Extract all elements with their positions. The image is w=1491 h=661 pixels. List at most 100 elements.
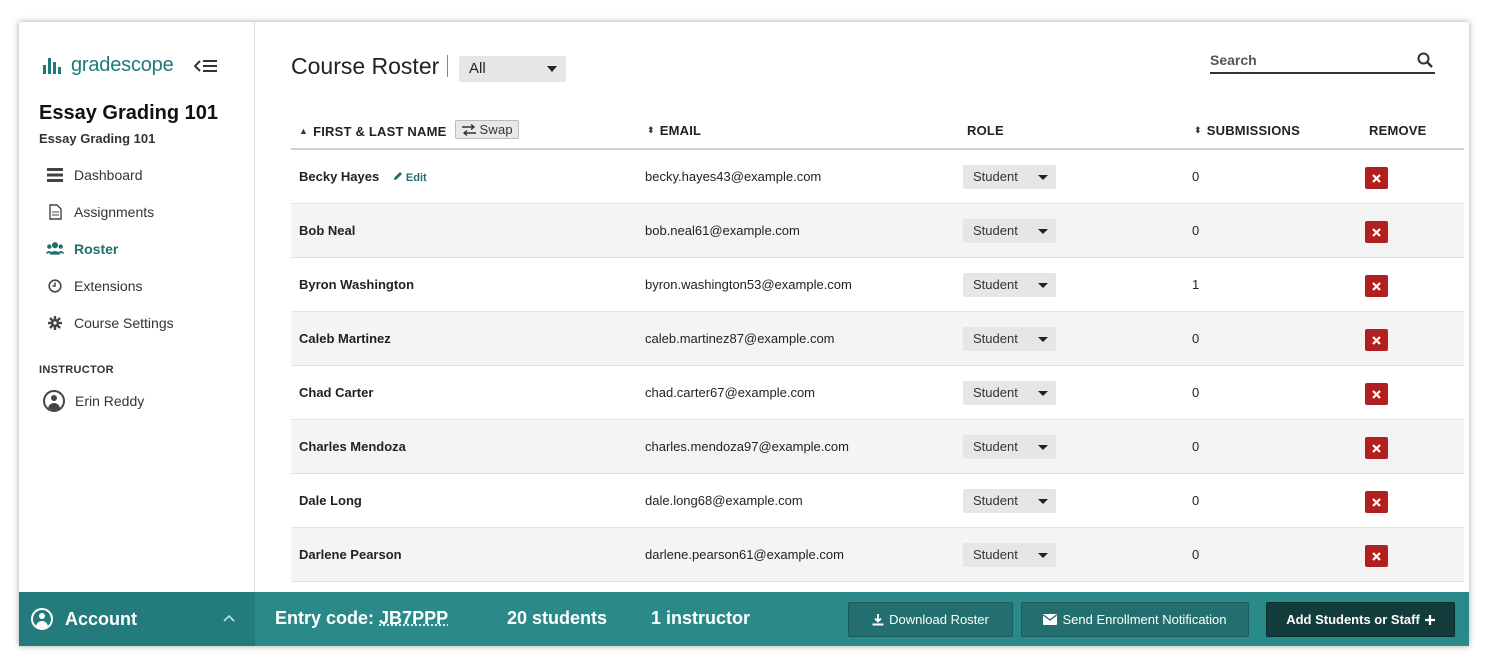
name-column-header[interactable]: ▲ FIRST & LAST NAME Swap: [299, 120, 519, 139]
roster-table: ▲ FIRST & LAST NAME Swap ⬍ EMAIL ROLE ⬍: [291, 112, 1464, 582]
sidebar-item-extensions[interactable]: Extensions: [19, 267, 255, 304]
table-row: Becky Hayes Edit becky.hayes43@example.c…: [291, 150, 1464, 204]
page-title: Course Roster: [291, 53, 440, 79]
remove-student-button[interactable]: [1365, 545, 1388, 567]
submission-count: 1: [1192, 277, 1200, 292]
add-students-or-staff-button[interactable]: Add Students or Staff: [1266, 602, 1455, 637]
submission-count: 0: [1192, 439, 1200, 454]
remove-student-button[interactable]: [1365, 275, 1388, 297]
sort-up-icon: ▲: [299, 126, 309, 136]
student-email: bob.neal61@example.com: [645, 223, 800, 238]
role-select[interactable]: Student: [963, 273, 1056, 297]
student-email: charles.mendoza97@example.com: [645, 439, 849, 454]
sidebar-item-dashboard[interactable]: Dashboard: [19, 156, 255, 193]
table-row: Dale Long dale.long68@example.com Studen…: [291, 474, 1464, 528]
account-label: Account: [65, 608, 137, 629]
student-name: Caleb Martinez: [299, 331, 391, 346]
sidebar-item-roster[interactable]: Roster: [19, 230, 255, 267]
submission-count: 0: [1192, 493, 1200, 508]
student-name: Becky Hayes: [299, 169, 380, 184]
role-select[interactable]: Student: [963, 489, 1056, 513]
remove-student-button[interactable]: [1365, 329, 1388, 351]
sidebar-item-assignments[interactable]: Assignments: [19, 193, 255, 230]
role-select[interactable]: Student: [963, 435, 1056, 459]
pencil-icon: [393, 172, 402, 180]
entry-code[interactable]: JB7PPP: [379, 608, 448, 628]
sidebar-item-course-settings[interactable]: Course Settings: [19, 304, 255, 341]
remove-column-header: REMOVE: [1369, 123, 1427, 138]
role-filter-select[interactable]: All: [459, 56, 566, 82]
email-column-header[interactable]: ⬍ EMAIL: [647, 123, 701, 138]
role-select[interactable]: Student: [963, 327, 1056, 351]
submission-count: 0: [1192, 223, 1200, 238]
chevron-up-icon: [223, 610, 235, 625]
student-name: Dale Long: [299, 493, 362, 508]
dashboard-icon: [46, 166, 64, 184]
swap-icon: [461, 123, 476, 136]
student-name: Byron Washington: [299, 277, 415, 292]
instructor-name: Erin Reddy: [75, 393, 145, 409]
role-select[interactable]: Student: [963, 381, 1056, 405]
chevron-down-icon: [1038, 499, 1048, 504]
table-body: Becky Hayes Edit becky.hayes43@example.c…: [291, 150, 1464, 582]
bottom-bar: Account Entry code: JB7PPP 20 students 1…: [19, 592, 1469, 646]
table-row: Bob Neal bob.neal61@example.com Student …: [291, 204, 1464, 258]
student-name: Bob Neal: [299, 223, 356, 238]
student-name: Chad Carter: [299, 385, 374, 400]
account-menu-button[interactable]: Account: [19, 592, 255, 646]
student-name: Darlene Pearson: [299, 547, 402, 562]
brand-logo[interactable]: gradescope: [43, 54, 174, 77]
chevron-down-icon: [1038, 445, 1048, 450]
instructor-section-label: INSTRUCTOR: [39, 364, 114, 376]
gear-icon: [46, 314, 64, 332]
chevron-down-icon: [1038, 553, 1048, 558]
collapse-sidebar-icon[interactable]: [193, 58, 218, 79]
table-row: Darlene Pearson darlene.pearson61@exampl…: [291, 528, 1464, 582]
remove-student-button[interactable]: [1365, 491, 1388, 513]
remove-student-button[interactable]: [1365, 167, 1388, 189]
student-email: dale.long68@example.com: [645, 493, 803, 508]
search-icon[interactable]: [1417, 52, 1433, 73]
brand-name: gradescope: [71, 54, 174, 76]
instructor-count: 1 instructor: [651, 608, 751, 628]
table-row: Caleb Martinez caleb.martinez87@example.…: [291, 312, 1464, 366]
main-content: Course Roster All ▲ FIRST & LAST NAME Sw…: [255, 22, 1469, 592]
student-email: caleb.martinez87@example.com: [645, 331, 835, 346]
document-icon: [46, 203, 64, 221]
download-icon: [872, 613, 884, 625]
send-enrollment-notification-button[interactable]: Send Enrollment Notification: [1021, 602, 1249, 637]
sidebar-item-label: Dashboard: [74, 166, 143, 183]
avatar-icon: [43, 390, 65, 412]
chevron-down-icon: [1038, 175, 1048, 180]
instructor-entry[interactable]: Erin Reddy: [43, 390, 144, 412]
swap-name-button[interactable]: Swap: [454, 120, 519, 139]
submissions-column-header[interactable]: ⬍ SUBMISSIONS: [1194, 123, 1300, 138]
remove-student-button[interactable]: [1365, 437, 1388, 459]
remove-student-button[interactable]: [1365, 221, 1388, 243]
download-roster-button[interactable]: Download Roster: [848, 602, 1013, 637]
search-input[interactable]: [1210, 50, 1400, 68]
user-circle-icon: [31, 608, 53, 630]
edit-name-link[interactable]: Edit: [393, 172, 427, 184]
sidebar: gradescope Essay Grading 101 Essay Gradi…: [19, 22, 255, 592]
close-icon: [1372, 227, 1381, 237]
close-icon: [1372, 497, 1381, 507]
close-icon: [1372, 389, 1381, 399]
envelope-icon: [1043, 614, 1058, 625]
role-select[interactable]: Student: [963, 219, 1056, 243]
remove-student-button[interactable]: [1365, 383, 1388, 405]
sidebar-item-label: Extensions: [74, 277, 143, 294]
close-icon: [1372, 335, 1381, 345]
role-column-header: ROLE: [967, 123, 1004, 138]
close-icon: [1372, 443, 1381, 453]
users-icon: [46, 240, 64, 258]
chevron-down-icon: [547, 66, 557, 72]
table-row: Byron Washington byron.washington53@exam…: [291, 258, 1464, 312]
role-select[interactable]: Student: [963, 165, 1056, 189]
role-select[interactable]: Student: [963, 543, 1056, 567]
close-icon: [1372, 173, 1381, 183]
course-title: Essay Grading 101: [39, 102, 218, 124]
chevron-down-icon: [1038, 229, 1048, 234]
table-row: Charles Mendoza charles.mendoza97@exampl…: [291, 420, 1464, 474]
students-count: 20 students: [507, 608, 608, 628]
